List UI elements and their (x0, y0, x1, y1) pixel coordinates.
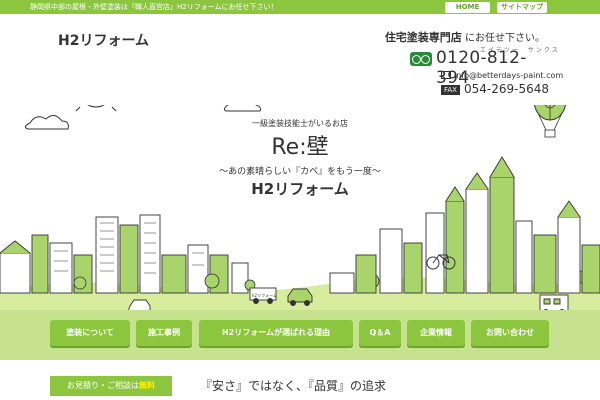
nav-reasons[interactable]: H2リフォームが選ばれる理由 (199, 320, 353, 346)
nav-painting[interactable]: 塗装について (50, 320, 130, 346)
free-dial-icon (410, 52, 432, 66)
top-bar: 静岡県中部の屋根・外壁塗装は『職人直営店』H2リフォームにお任せ下さい！ HOM… (0, 0, 600, 14)
top-bar-message: 静岡県中部の屋根・外壁塗装は『職人直営店』H2リフォームにお任せ下さい！ (30, 3, 278, 11)
email-address[interactable]: info@betterdays-paint.com (454, 71, 563, 80)
brand-tagline: 〜あの素晴らしい『カベ』をもう一度〜 (219, 167, 381, 177)
nav-company[interactable]: 企業情報 (407, 320, 465, 346)
certification-line: 一級塗装技能士がいるお店 (252, 119, 348, 128)
specialty-prefix: 住宅塗装専門店 (384, 31, 462, 44)
mail-icon (441, 70, 451, 79)
nav-qa[interactable]: Q＆A (359, 320, 401, 346)
fax-line: FAX 054-269-5648 (441, 82, 549, 96)
company-name: H2リフォーム (251, 180, 349, 198)
sitemap-button[interactable]: サイトマップ (497, 2, 547, 13)
specialty-suffix: にお任せ下さい。 (465, 33, 545, 44)
cloud-icon (223, 105, 261, 112)
home-button[interactable]: HOME (445, 2, 490, 13)
tel-block[interactable]: 0120-812-394 (410, 48, 560, 88)
quality-headline: 『安さ』ではなく、『品質』の追求 (200, 379, 387, 393)
nav-contact[interactable]: お問い合わせ (471, 320, 549, 346)
free-quote-highlight: 無料 (139, 381, 155, 390)
free-quote-text: お見積り・ご相談は (67, 381, 139, 390)
site-logo[interactable]: H2リフォーム (58, 30, 149, 50)
nav-works[interactable]: 施工事例 (136, 320, 192, 346)
brand-title: Re:壁 (271, 135, 329, 160)
contact-specialty: 住宅塗装専門店 にお任せ下さい。 (385, 26, 545, 45)
sun-icon (75, 105, 117, 112)
free-quote-banner[interactable]: お見積り・ご相談は無料 (50, 376, 172, 396)
van-label: h2リフォーム (252, 293, 277, 298)
fax-number: 054-269-5648 (463, 82, 549, 96)
email-line[interactable]: info@betterdays-paint.com (441, 70, 563, 80)
fax-badge: FAX (441, 84, 460, 95)
